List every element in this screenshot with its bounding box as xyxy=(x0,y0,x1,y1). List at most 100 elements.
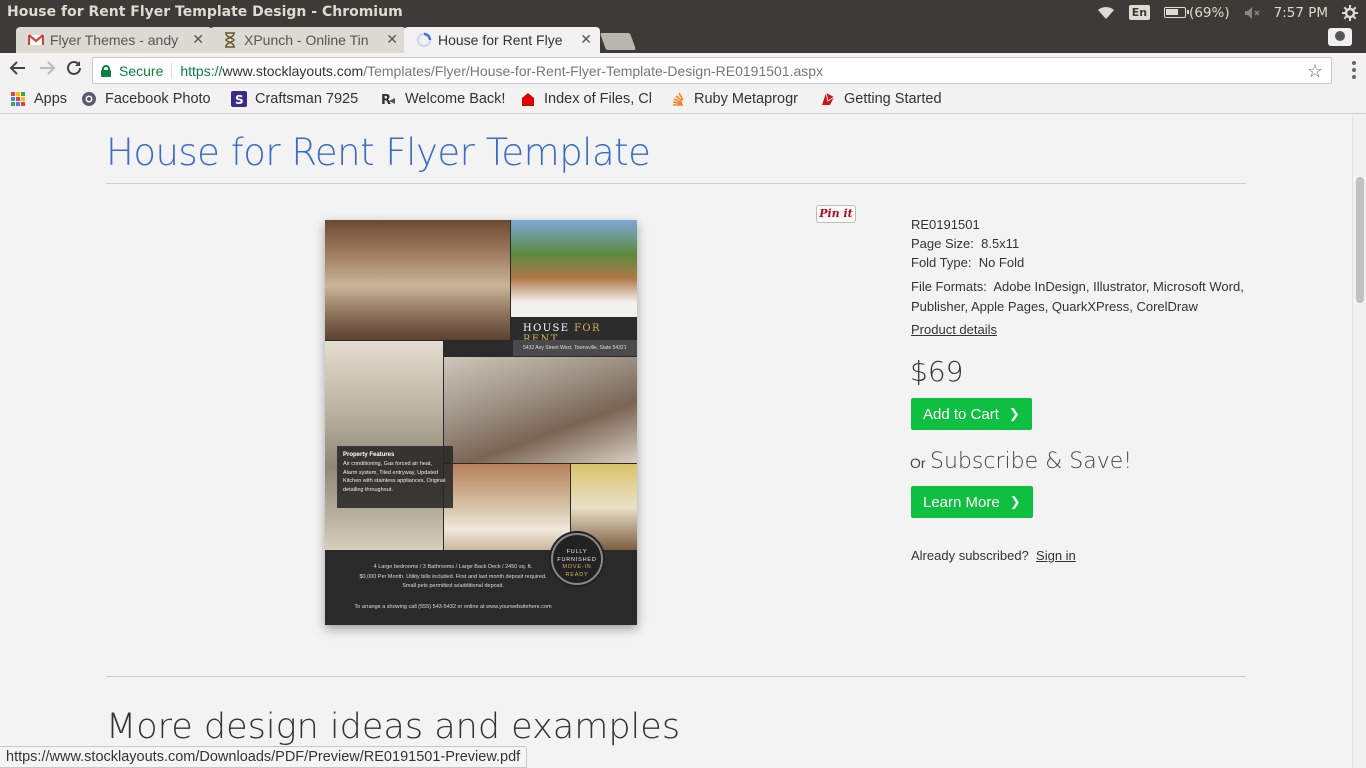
bookmark-ruby-metaprogramming[interactable]: Ruby Metaprogr xyxy=(670,91,806,107)
wifi-icon[interactable] xyxy=(1097,6,1115,20)
url-host: www.stocklayouts.com xyxy=(222,62,364,79)
web-page: House for Rent Flyer Template HOUSE FOR … xyxy=(0,115,1352,768)
flyer-detail-line: 4 Large bedrooms / 3 Bathrooms / Large B… xyxy=(373,564,533,570)
page-title: House for Rent Flyer Template xyxy=(106,131,651,174)
or-label: Or xyxy=(910,455,926,471)
tab-strip: Flyer Themes - andy ✕ XPunch - Online Ti… xyxy=(0,25,1366,53)
section-divider xyxy=(106,676,1246,677)
flyer-badge: FULLY FURNISHED MOVE-IN READY xyxy=(551,533,603,585)
url-path: /Templates/Flyer/House-for-Rent-Flyer-Te… xyxy=(363,62,824,79)
bookmarks-bar: Apps Facebook Photo S Craftsman 7925 R W… xyxy=(0,88,1366,114)
bookmark-label: Craftsman 7925 xyxy=(255,91,359,107)
address-bar[interactable]: Secure https://www.stocklayouts.com/Temp… xyxy=(92,57,1332,84)
stack-icon xyxy=(672,92,684,106)
back-arrow-icon[interactable] xyxy=(6,59,30,83)
pin-it-button[interactable]: Pin it xyxy=(816,205,856,223)
flyer-detail-line: Small pets permitted w/additional deposi… xyxy=(402,583,504,589)
flyer-address: 5432 Any Street West, Townsville, State … xyxy=(513,340,637,356)
bookmark-getting-started[interactable]: Getting Started xyxy=(820,91,956,107)
bookmark-index-of-files[interactable]: Index of Files, Cl xyxy=(520,91,656,107)
browser-toolbar: Secure https://www.stocklayouts.com/Temp… xyxy=(0,53,1366,88)
flyer-contact-line: To arrange a showing call (555) 543-5432… xyxy=(354,604,552,610)
bathroom-photo xyxy=(444,464,570,551)
battery-indicator[interactable]: (69%) xyxy=(1164,5,1230,21)
menu-dots-icon[interactable] xyxy=(1352,61,1356,79)
already-subscribed-row: Already subscribed? Sign in xyxy=(911,548,1076,563)
svg-text:R: R xyxy=(381,93,391,107)
bookmark-label: Getting Started xyxy=(844,91,942,107)
s-logo-icon: S xyxy=(231,91,247,107)
fold-type-label: Fold Type: xyxy=(911,255,972,270)
scrollbar-thumb[interactable] xyxy=(1356,177,1364,303)
product-sku: RE0191501 xyxy=(911,217,980,232)
hourglass-icon xyxy=(225,32,235,48)
loading-icon xyxy=(416,32,432,48)
gmail-icon xyxy=(28,34,44,45)
window-title: House for Rent Flyer Template Design - C… xyxy=(7,4,403,20)
file-formats-label: File Formats: xyxy=(911,279,987,294)
battery-percent: (69%) xyxy=(1189,4,1230,21)
bookmark-label: Index of Files, Cl xyxy=(544,91,652,107)
add-to-cart-button[interactable]: Add to Cart ❯ xyxy=(911,398,1032,430)
pluralsight-icon: R xyxy=(381,93,395,107)
price: $69 xyxy=(910,355,964,388)
bookmark-facebook-photo[interactable]: Facebook Photo xyxy=(81,91,217,107)
sign-in-link[interactable]: Sign in xyxy=(1036,548,1076,563)
learn-more-label: Learn More xyxy=(923,493,1000,511)
status-bar-url: https://www.stocklayouts.com/Downloads/P… xyxy=(0,746,528,768)
battery-icon xyxy=(1164,7,1190,18)
bookmark-star-icon[interactable]: ☆ xyxy=(1307,61,1323,82)
url-scheme: https:// xyxy=(180,62,223,79)
bookmark-craftsman[interactable]: S Craftsman 7925 xyxy=(231,91,367,107)
tab-xpunch[interactable]: XPunch - Online Tin ✕ xyxy=(210,27,406,53)
file-formats-row: File Formats: Adobe InDesign, Illustrato… xyxy=(911,279,1244,294)
flyer-preview-image[interactable]: HOUSE FOR RENT 5432 Any Street West, Tow… xyxy=(325,220,637,625)
forward-arrow-icon[interactable] xyxy=(35,59,59,83)
flyer-headline: HOUSE FOR RENT xyxy=(513,317,637,345)
volume-icon[interactable] xyxy=(1244,6,1260,20)
chevron-right-icon: ❯ xyxy=(1009,494,1021,509)
settings-gear-icon[interactable] xyxy=(1342,4,1358,21)
close-tab-icon[interactable]: ✕ xyxy=(580,31,592,48)
file-formats-value: Adobe InDesign, Illustrator, Microsoft W… xyxy=(993,279,1244,294)
product-details-link[interactable]: Product details xyxy=(911,322,997,337)
learn-more-button[interactable]: Learn More ❯ xyxy=(911,486,1033,518)
deck-photo xyxy=(511,220,637,317)
living-room-photo xyxy=(325,220,510,340)
new-tab-button[interactable] xyxy=(599,33,637,50)
close-tab-icon[interactable]: ✕ xyxy=(386,31,398,48)
bookmark-welcome-back[interactable]: R Welcome Back! xyxy=(381,91,505,107)
flyer-features: Property Features Air conditioning, Gas … xyxy=(337,446,453,508)
red-shape-icon xyxy=(522,93,534,106)
page-scrollbar[interactable] xyxy=(1352,115,1366,768)
os-top-panel: House for Rent Flyer Template Design - C… xyxy=(0,0,1366,25)
tab-label: House for Rent Flye xyxy=(438,32,563,48)
camera-icon xyxy=(82,92,96,106)
page-size-value: 8.5x11 xyxy=(981,236,1020,251)
os-indicators: En (69%) 7:57 PM xyxy=(1097,0,1366,25)
already-subscribed-text: Already subscribed? xyxy=(911,548,1029,563)
title-divider xyxy=(106,183,1246,184)
subscribe-save-text: Subscribe & Save! xyxy=(930,449,1133,474)
bookmark-label: Facebook Photo xyxy=(105,91,211,107)
page-size-label: Page Size: xyxy=(911,236,974,251)
fold-type-row: Fold Type: No Fold xyxy=(911,255,1024,270)
clock[interactable]: 7:57 PM xyxy=(1274,5,1328,21)
close-tab-icon[interactable]: ✕ xyxy=(192,31,204,48)
more-ideas-heading: More design ideas and examples xyxy=(106,707,681,747)
profile-icon[interactable] xyxy=(1328,28,1352,46)
reload-icon[interactable] xyxy=(62,59,86,83)
bookmark-label: Welcome Back! xyxy=(405,91,506,107)
flyer-detail-line: $0,000 Per Month. Utility bills included… xyxy=(359,574,547,580)
bookmark-label: Ruby Metaprogr xyxy=(694,91,798,107)
bookmark-apps[interactable]: Apps xyxy=(10,91,67,107)
page-size-row: Page Size: 8.5x11 xyxy=(911,236,1019,251)
tab-label: Flyer Themes - andy xyxy=(50,32,179,48)
tab-label: XPunch - Online Tin xyxy=(244,32,369,48)
keyboard-layout-indicator[interactable]: En xyxy=(1128,5,1151,20)
tab-house-for-rent[interactable]: House for Rent Flye ✕ xyxy=(404,27,600,53)
chevron-right-icon: ❯ xyxy=(1008,406,1020,421)
svg-text:S: S xyxy=(235,93,244,107)
lang-badge: En xyxy=(1128,5,1151,20)
tab-gmail[interactable]: Flyer Themes - andy ✕ xyxy=(16,27,212,53)
